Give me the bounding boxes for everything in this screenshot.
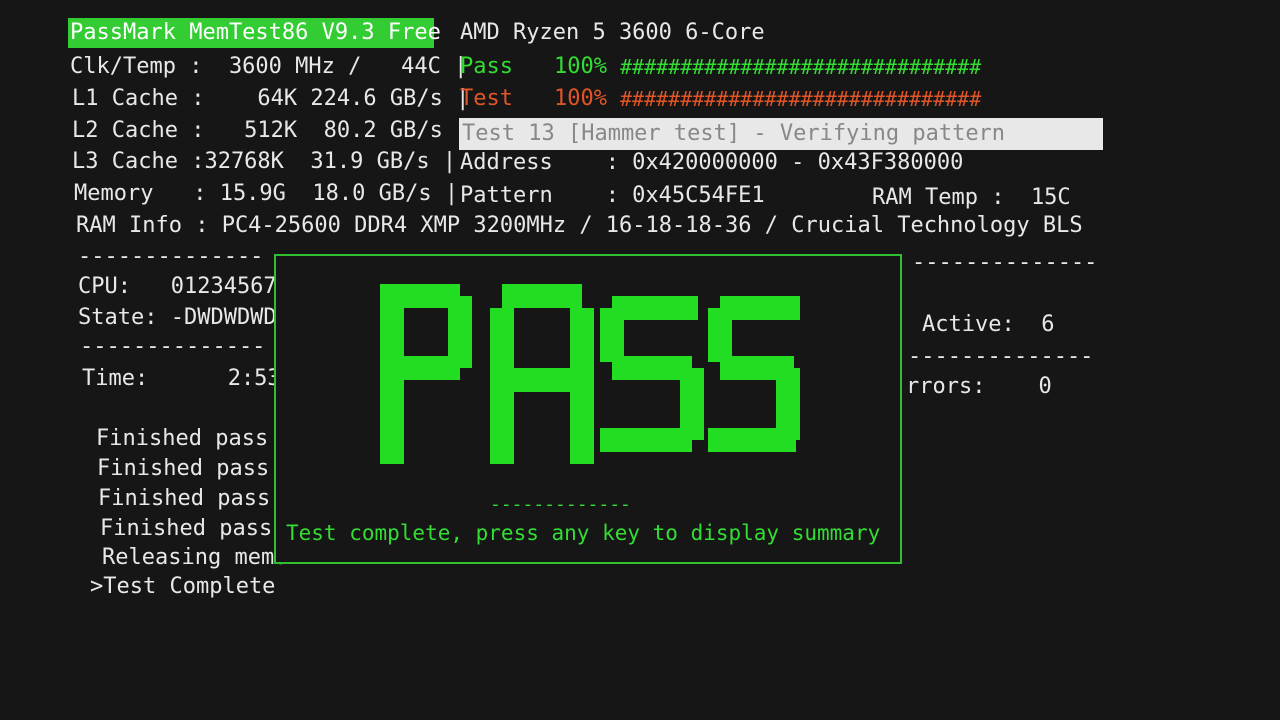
- pass-banner: [380, 284, 800, 464]
- test-status-text: Test 13 [Hammer test] - Verifying patter…: [462, 121, 1006, 146]
- memory-row: Memory : 15.9G 18.0 GB/s |: [74, 181, 459, 206]
- ram-info-row: RAM Info : PC4-25600 DDR4 XMP 3200MHz / …: [76, 213, 1083, 238]
- l2-cache-row: L2 Cache : 512K 80.2 GB/s |: [72, 118, 470, 143]
- log-line: Finished pass: [97, 456, 270, 481]
- pass-result-dialog: ------------- Test complete, press any k…: [274, 254, 902, 564]
- test-label: Test: [460, 86, 513, 111]
- log-line: Finished pass: [98, 486, 271, 511]
- address-row: Address : 0x420000000 - 0x43F380000: [460, 150, 964, 175]
- log-line-current: >Test Complete: [90, 574, 276, 599]
- left-divider-mid: --------------: [80, 334, 266, 359]
- test-status-bar: Test 13 [Hammer test] - Verifying patter…: [459, 118, 1103, 150]
- pass-label: Pass: [460, 54, 513, 79]
- log-line: Finished pass: [96, 426, 269, 451]
- elapsed-time: Time: 2:53:: [82, 366, 294, 391]
- test-complete-message: Test complete, press any key to display …: [286, 521, 881, 545]
- pattern-row: Pattern : 0x45C54FE1: [460, 183, 765, 208]
- pass-banner-glyphs: [380, 284, 800, 464]
- cpu-cores-row: CPU: 01234567: [78, 274, 277, 299]
- error-count: rrors: 0: [906, 374, 1052, 399]
- log-line: Releasing memo: [102, 545, 288, 570]
- right-divider-top: --------------: [912, 250, 1098, 275]
- left-divider-top: --------------: [78, 244, 264, 269]
- result-divider: -------------: [490, 494, 631, 515]
- app-title: PassMark MemTest86 V9.3 Free: [70, 20, 441, 45]
- l1-cache-row: L1 Cache : 64K 224.6 GB/s |: [72, 86, 470, 111]
- cpu-state-row: State: -DWDWDWD: [78, 305, 277, 330]
- pass-percent: 100%: [554, 54, 607, 79]
- app-title-bar: PassMark MemTest86 V9.3 Free: [68, 18, 441, 48]
- pass-progress-bar: ##############################: [620, 55, 982, 79]
- log-line: Finished pass: [100, 516, 273, 541]
- test-percent: 100%: [554, 86, 607, 111]
- ram-temp: RAM Temp : 15C: [872, 185, 1071, 210]
- cpu-name: AMD Ryzen 5 3600 6-Core: [460, 20, 765, 45]
- l3-cache-row: L3 Cache :32768K 31.9 GB/s |: [72, 149, 457, 174]
- right-divider-mid: --------------: [908, 344, 1094, 369]
- test-progress-bar: ##############################: [620, 87, 982, 111]
- clk-temp-row: Clk/Temp : 3600 MHz / 44C |: [70, 54, 468, 79]
- active-count: Active: 6: [922, 312, 1055, 337]
- memtest-screen: PassMark MemTest86 V9.3 Free AMD Ryzen 5…: [0, 0, 1280, 720]
